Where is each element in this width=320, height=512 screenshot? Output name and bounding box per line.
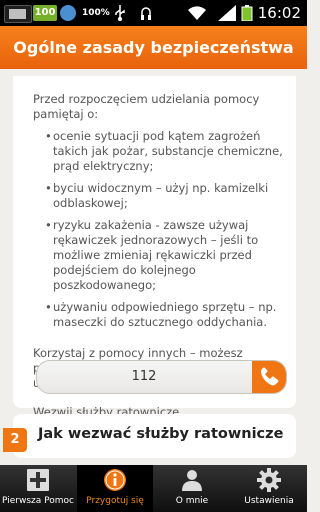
nav-item-about-me[interactable]: O mnie <box>154 465 230 512</box>
status-bar: 100 100% 16:02 <box>0 0 307 26</box>
bottom-nav: Pierwsza Pomoc Przygotuj się O mnie Usta… <box>0 465 307 512</box>
list-item: ocenie sytuacji pod kątem zagrożeń takic… <box>45 129 286 174</box>
content-card: Przed rozpoczęciem udzielania pomocy pam… <box>13 76 296 419</box>
usb-percent-text: 100% <box>82 8 110 18</box>
battery-widget-icon <box>4 5 32 23</box>
section-number-badge: 2 <box>3 428 27 452</box>
battery-percent-badge: 100 <box>33 5 57 21</box>
nav-item-settings[interactable]: Ustawienia <box>231 465 307 512</box>
list-item: byciu widocznym – użyj np. kamizelki odb… <box>45 181 286 211</box>
gear-icon <box>257 468 281 492</box>
nav-label: Pierwsza Pomoc <box>2 496 74 506</box>
section-item[interactable]: 2 Jak wezwać służby ratownicze <box>0 410 307 460</box>
list-item: używaniu odpowiedniego sprzętu – np. mas… <box>45 300 286 330</box>
nav-label: Ustawienia <box>244 496 294 506</box>
page-title: Ogólne zasady bezpieczeństwa <box>0 26 307 69</box>
bullet-list: ocenie sytuacji pod kątem zagrożeń takic… <box>33 129 286 330</box>
wifi-icon <box>188 6 206 20</box>
app-notification-icon <box>60 5 76 21</box>
headphone-icon <box>141 7 151 20</box>
nav-item-first-aid[interactable]: Pierwsza Pomoc <box>0 465 76 512</box>
battery-icon <box>241 5 253 21</box>
info-icon <box>104 469 126 491</box>
nav-label: Przygotuj się <box>86 496 144 506</box>
list-item: ryzyku zakażenia - zawsze używaj rękawic… <box>45 218 286 293</box>
nav-label: O mnie <box>175 496 209 506</box>
usb-icon <box>115 5 125 21</box>
phone-icon[interactable] <box>252 361 286 393</box>
clock: 16:02 <box>257 4 301 22</box>
person-icon <box>182 470 202 491</box>
emergency-number: 112 <box>131 369 157 384</box>
plus-icon <box>27 469 49 491</box>
call-emergency-button[interactable]: 112 <box>36 360 287 394</box>
signal-icon <box>218 5 236 21</box>
intro-text: Przed rozpoczęciem udzielania pomocy pam… <box>33 92 260 121</box>
nav-item-prepare[interactable]: Przygotuj się <box>77 465 153 512</box>
section-title: Jak wezwać służby ratownicze <box>38 426 284 442</box>
